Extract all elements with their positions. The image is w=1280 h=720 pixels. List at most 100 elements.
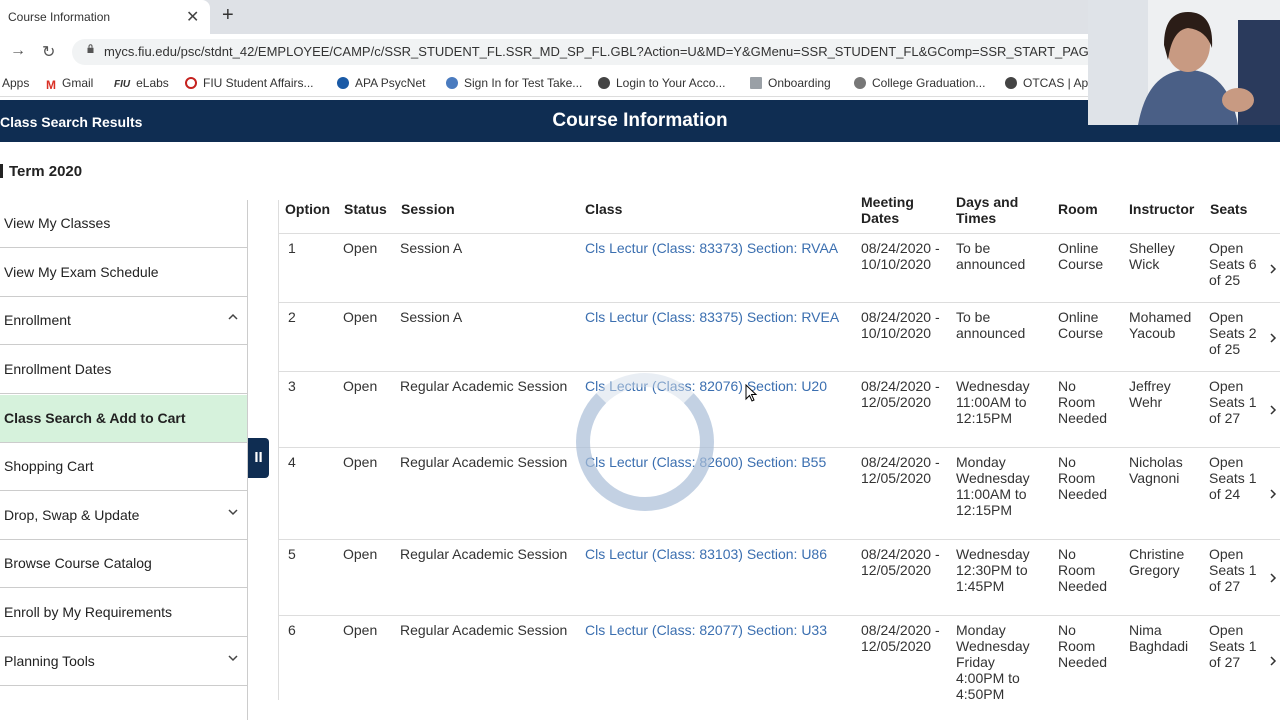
column-header-option: Option [285,201,331,217]
sidebar-item-drop-swap-update[interactable]: Drop, Swap & Update [0,492,247,540]
cell-seats-line: Seats 1 [1209,470,1257,486]
bookmark-login[interactable]: Login to Your Acco... [598,76,725,90]
forward-icon[interactable]: → [10,42,26,60]
cell-instructor: Shelley Wick [1129,240,1175,272]
cell-room-line: Course [1058,256,1104,272]
cell-instructor: Nima Baghdadi [1129,622,1188,654]
column-header-instructor: Instructor [1129,201,1195,217]
cell-days-times: Wednesday 12:30PM to 1:45PM [956,546,1030,594]
cell-meeting-dates-line: 08/24/2020 - [861,454,940,470]
bookmark-onboarding[interactable]: Onboarding [750,76,831,90]
chevron-right-icon[interactable] [1269,404,1277,416]
cell-seats-line: Open [1209,622,1244,638]
chevron-right-icon[interactable] [1269,655,1277,667]
term-marker [0,164,3,178]
column-header-status: Status [344,201,387,217]
term-label: Term 2020 [0,163,82,180]
bookmark-apps[interactable]: Apps [2,76,29,90]
grad-icon [854,77,866,89]
table-row[interactable]: 6 Open Regular Academic Session Cls Lectur … [279,615,1280,705]
bookmark-gmail[interactable]: M Gmail [46,76,93,92]
cell-meeting-dates: 08/24/2020 -12/05/2020 [861,622,940,654]
cell-room-line: Room [1058,394,1096,410]
cell-seats-line: Open [1209,309,1244,325]
cell-room-line: Online [1058,309,1099,325]
cell-status: Open [343,454,378,470]
table-row[interactable]: 5 Open Regular Academic Session Cls Lectur … [279,539,1280,615]
cell-days-times-line: 12:15PM [956,410,1013,426]
sidebar-item-enroll-by-requirements[interactable]: Enroll by My Requirements [0,589,247,637]
cell-meeting-dates-line: 10/10/2020 [861,325,932,341]
class-link[interactable]: Cls Lectur (Class: 82077) Section: U33 [585,622,827,638]
table-row[interactable]: 1 Open Session A Cls Lectur (Class: 83373) … [279,233,1280,302]
cell-room: No Room Needed [1058,546,1107,594]
bookmark-test[interactable]: Sign In for Test Take... [446,76,582,90]
cell-instructor-line: Gregory [1129,562,1180,578]
cell-days-times-line: Monday [956,622,1006,638]
cell-days-times-line: 4:50PM [956,686,1005,702]
sidebar-item-planning-tools[interactable]: Planning Tools [0,638,247,686]
cell-seats-line: Seats 1 [1209,394,1257,410]
sidebar-item-enrollment[interactable]: Enrollment [0,297,247,345]
sidebar-item-browse-course-catalog[interactable]: Browse Course Catalog [0,540,247,588]
cell-meeting-dates-line: 08/24/2020 - [861,309,940,325]
fiu-icon: FIU [114,79,131,90]
cell-instructor-line: Baghdadi [1129,638,1189,654]
cell-seats-line: Open [1209,378,1244,394]
cell-instructor: Nicholas Vagnoni [1129,454,1183,486]
class-link[interactable]: Cls Lectur (Class: 83103) Section: U86 [585,546,827,562]
cell-status: Open [343,546,378,562]
browser-tab[interactable]: Course Information ✕ [0,0,210,34]
cell-meeting-dates: 08/24/2020 -12/05/2020 [861,378,940,410]
cell-days-times-line: 1:45PM [956,578,1005,594]
collapse-sidebar-button[interactable]: II [248,438,269,478]
bookmark-student-affairs[interactable]: FIU Student Affairs... [185,76,314,90]
sidebar-item-view-my-classes[interactable]: View My Classes [0,200,247,248]
chevron-right-icon[interactable] [1269,263,1277,275]
cell-instructor-line: Mohamed [1129,309,1192,325]
sidebar-item-view-my-exam-schedule[interactable]: View My Exam Schedule [0,249,247,297]
bookmark-apa[interactable]: APA PsycNet [337,76,425,90]
cell-room: No Room Needed [1058,454,1107,502]
table-row[interactable]: 4 Open Regular Academic Session Cls Lectur … [279,447,1280,539]
cell-days-times-line: announced [956,325,1026,341]
cell-seats: Open Seats 1 of 27 [1209,546,1256,594]
chevron-right-icon[interactable] [1269,572,1277,584]
sidebar-item-shopping-cart[interactable]: Shopping Cart [0,443,247,491]
chevron-right-icon[interactable] [1269,332,1277,344]
cell-days-times-line: 11:00AM to [956,486,1027,502]
cell-days-times-line: To be [956,309,991,325]
cell-seats: Open Seats 1 of 24 [1209,454,1256,502]
tab-close-icon[interactable]: ✕ [186,7,199,27]
new-tab-button[interactable]: + [222,4,234,27]
cell-seats-line: Open [1209,240,1244,256]
class-link[interactable]: Cls Lectur (Class: 83373) Section: RVAA [585,240,838,256]
cell-room: No Room Needed [1058,378,1107,426]
cell-meeting-dates: 08/24/2020 -10/10/2020 [861,240,940,272]
cell-instructor: Jeffrey Wehr [1129,378,1171,410]
cell-option: 5 [288,546,296,562]
table-row[interactable]: 3 Open Regular Academic Session Cls Lectur … [279,371,1280,447]
column-header-meeting-dates: Meeting Dates [861,194,914,226]
globe-icon [598,77,610,89]
chevron-up-icon [228,313,238,320]
bookmark-graduation[interactable]: College Graduation... [854,76,985,90]
cell-session: Session A [400,309,463,325]
chevron-right-icon[interactable] [1269,488,1277,500]
cell-days-times: Monday Wednesday Friday 4:00PM to 4:50PM [956,622,1030,702]
address-bar[interactable]: mycs.fiu.edu/psc/stdnt_42/EMPLOYEE/CAMP/… [72,39,1113,65]
sidebar-item-enrollment-dates[interactable]: Enrollment Dates [0,346,247,394]
cell-meeting-dates-line: 12/05/2020 [861,562,932,578]
class-link[interactable]: Cls Lectur (Class: 83375) Section: RVEA [585,309,839,325]
sidebar-item-class-search[interactable]: Class Search & Add to Cart [0,395,247,443]
table-row[interactable]: 2 Open Session A Cls Lectur (Class: 83375) … [279,302,1280,371]
cell-meeting-dates-line: 08/24/2020 - [861,378,940,394]
apa-icon [337,77,349,89]
bookmark-elabs[interactable]: FIU eLabs [114,76,169,90]
cell-days-times-line: 12:15PM [956,502,1013,518]
cell-instructor-line: Yacoub [1129,325,1176,341]
class-results-table: Option Status Session Class Meeting Date… [278,194,1280,702]
reload-icon[interactable]: ↻ [42,42,55,62]
cell-room-line: Course [1058,325,1104,341]
bookmark-otcas[interactable]: OTCAS | Ap [1005,76,1088,90]
